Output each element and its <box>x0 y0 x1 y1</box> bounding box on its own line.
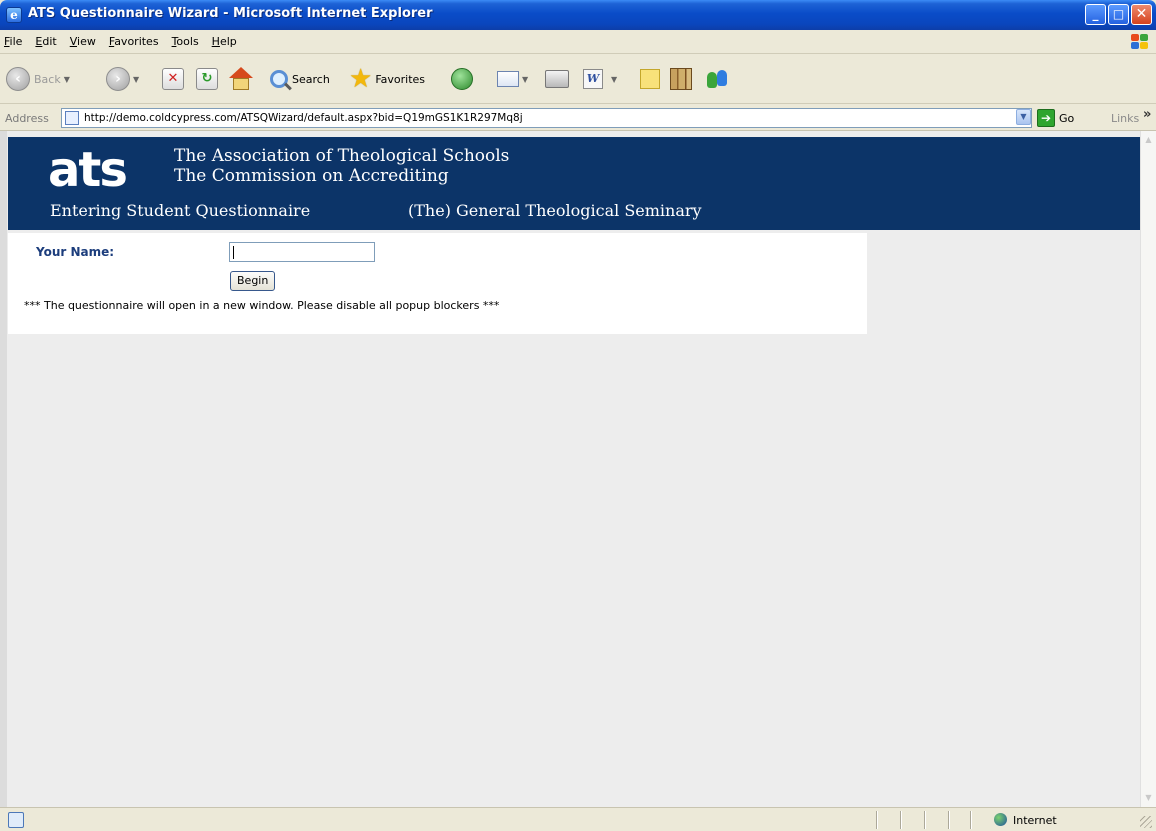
stop-icon: ✕ <box>162 68 184 90</box>
notes-icon <box>640 69 660 89</box>
status-separator <box>876 811 878 829</box>
home-button[interactable] <box>228 64 254 94</box>
refresh-button[interactable]: ↻ <box>196 64 218 94</box>
maximize-button[interactable]: □ <box>1108 4 1129 25</box>
links-chevron-icon[interactable]: » <box>1143 107 1151 122</box>
menu-bar: File Edit View Favorites Tools Help <box>0 30 1156 54</box>
scroll-up-icon[interactable]: ▲ <box>1141 132 1156 148</box>
search-label: Search <box>292 72 330 86</box>
close-button[interactable]: ✕ <box>1131 4 1152 25</box>
stop-button[interactable]: ✕ <box>162 64 184 94</box>
address-bar: Address http://demo.coldcypress.com/ATSQ… <box>0 105 1156 131</box>
status-separator <box>924 811 926 829</box>
address-label: Address <box>5 112 49 125</box>
search-icon <box>270 70 288 88</box>
go-button[interactable]: ➔ Go <box>1037 109 1074 127</box>
vertical-scrollbar[interactable] <box>1140 131 1156 807</box>
menu-tools[interactable]: Tools <box>172 35 199 48</box>
forward-dropdown-icon[interactable]: ▼ <box>133 75 139 84</box>
commission-name: The Commission on Accrediting <box>174 166 449 186</box>
history-button[interactable] <box>451 64 473 94</box>
links-label[interactable]: Links <box>1111 112 1139 125</box>
page-status-icon <box>8 812 24 828</box>
ats-banner: ats The Association of Theological Schoo… <box>8 137 1140 230</box>
mail-dropdown-icon[interactable]: ▼ <box>522 75 528 84</box>
status-separator <box>970 811 972 829</box>
back-dropdown-icon[interactable]: ▼ <box>64 75 70 84</box>
edit-word-button[interactable]: W ▼ <box>583 64 617 94</box>
go-label: Go <box>1059 111 1075 125</box>
edit-dropdown-icon[interactable]: ▼ <box>611 75 617 84</box>
mail-icon <box>497 71 519 87</box>
association-name: The Association of Theological Schools <box>174 146 510 166</box>
windows-logo-icon <box>1130 33 1148 50</box>
forward-icon: › <box>106 67 130 91</box>
mail-button[interactable]: ▼ <box>497 64 528 94</box>
association-heading: The Association of Theological Schools T… <box>174 146 509 186</box>
begin-button[interactable]: Begin <box>230 271 276 291</box>
research-icon <box>670 68 692 90</box>
menu-help[interactable]: Help <box>212 35 237 48</box>
menu-file[interactable]: File <box>4 35 22 48</box>
name-form: Your Name: Begin *** The questionnaire w… <box>8 233 867 334</box>
messenger-button[interactable] <box>706 64 730 94</box>
back-button[interactable]: ‹ Back ▼ <box>6 64 70 94</box>
title-bar: e ATS Questionnaire Wizard - Microsoft I… <box>0 0 1156 30</box>
messenger-icon <box>706 68 730 90</box>
home-icon <box>228 67 254 91</box>
back-label: Back <box>34 72 61 86</box>
name-input[interactable] <box>229 242 375 262</box>
popup-notice: *** The questionnaire will open in a new… <box>24 299 500 312</box>
favorites-button[interactable]: ★ Favorites <box>349 64 425 94</box>
research-button[interactable] <box>670 64 692 94</box>
page-icon <box>65 111 79 125</box>
resize-grip-icon[interactable] <box>1140 816 1152 828</box>
status-separator <box>948 811 950 829</box>
questionnaire-title: Entering Student Questionnaire <box>50 201 311 220</box>
seminary-name: (The) General Theological Seminary <box>408 201 702 220</box>
go-arrow-icon: ➔ <box>1037 109 1055 127</box>
menu-favorites[interactable]: Favorites <box>109 35 159 48</box>
menu-view[interactable]: View <box>70 35 96 48</box>
scroll-down-icon[interactable]: ▼ <box>1141 790 1156 806</box>
history-icon <box>451 68 473 90</box>
status-separator <box>900 811 902 829</box>
favorites-icon: ★ <box>349 64 373 94</box>
word-icon: W <box>583 69 603 89</box>
ie-app-icon[interactable]: e <box>6 7 22 23</box>
status-bar: Internet <box>0 807 1156 831</box>
notes-button[interactable] <box>640 64 660 94</box>
menu-edit[interactable]: Edit <box>35 35 56 48</box>
print-button[interactable] <box>545 64 569 94</box>
refresh-icon: ↻ <box>196 68 218 90</box>
security-zone-label: Internet <box>1013 814 1057 827</box>
forward-button[interactable]: › ▼ <box>106 64 139 94</box>
address-url[interactable]: http://demo.coldcypress.com/ATSQWizard/d… <box>84 112 523 124</box>
ats-logo: ats <box>48 142 128 198</box>
menu-list: File Edit View Favorites Tools Help <box>4 35 250 48</box>
search-button[interactable]: Search <box>270 64 330 94</box>
favorites-label: Favorites <box>375 72 426 86</box>
standard-toolbar: ‹ Back ▼ › ▼ ✕ ↻ Search ★ Favorites ▼ W … <box>0 54 1156 104</box>
back-icon: ‹ <box>6 67 30 91</box>
minimize-button[interactable]: _ <box>1085 4 1106 25</box>
name-label: Your Name: <box>36 245 115 259</box>
text-caret <box>233 246 234 259</box>
address-input[interactable]: http://demo.coldcypress.com/ATSQWizard/d… <box>61 108 1032 128</box>
address-dropdown-icon[interactable]: ▼ <box>1016 109 1031 125</box>
internet-zone-icon <box>994 813 1007 826</box>
window-title: ATS Questionnaire Wizard - Microsoft Int… <box>28 6 433 21</box>
print-icon <box>545 70 569 88</box>
